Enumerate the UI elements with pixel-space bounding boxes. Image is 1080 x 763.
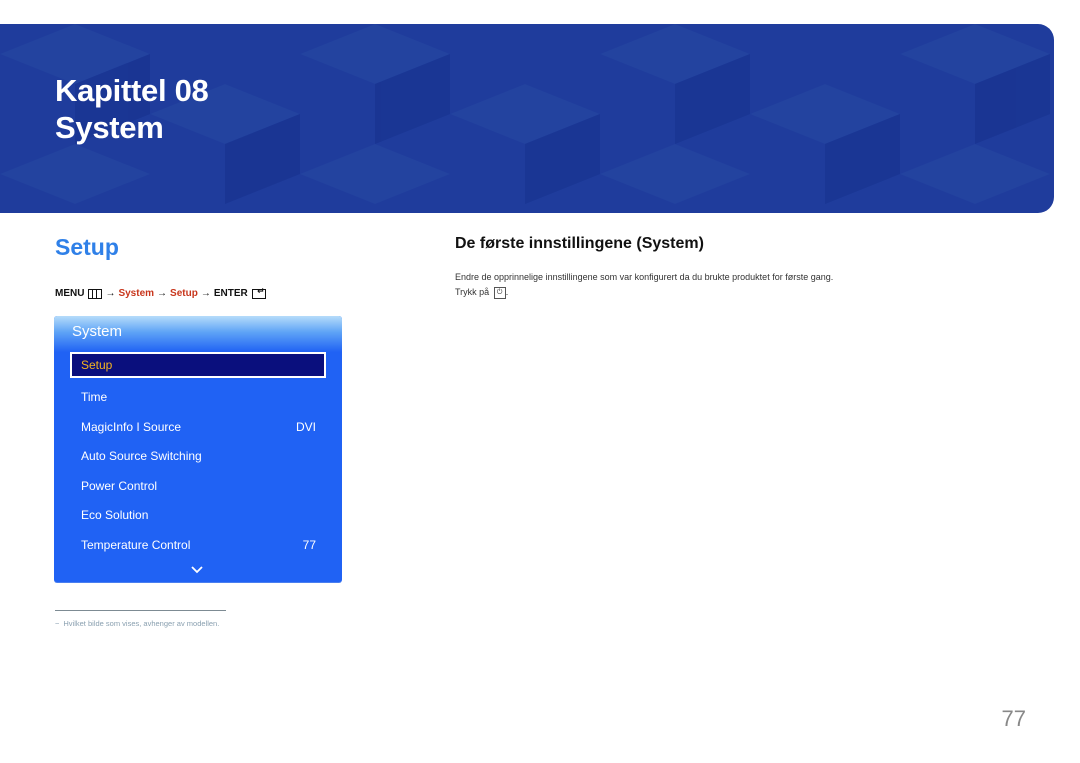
footnote-dash: − bbox=[55, 619, 60, 628]
menu-item-label: Auto Source Switching bbox=[81, 449, 202, 463]
menu-item-label: MagicInfo I Source bbox=[81, 420, 182, 434]
enter-icon bbox=[251, 286, 266, 299]
chapter-title: Kapittel 08 System bbox=[55, 72, 209, 146]
menu-label: MENU bbox=[55, 288, 85, 299]
description-text: Endre de opprinnelige innstillingene som… bbox=[455, 272, 834, 282]
footnote-divider bbox=[55, 610, 226, 611]
menu-item-time[interactable]: Time bbox=[70, 384, 326, 410]
menu-item-setup[interactable]: Setup bbox=[70, 352, 326, 378]
menu-item-temperature-control[interactable]: Temperature Control 77 bbox=[70, 532, 326, 558]
menu-item-value: 77 bbox=[302, 538, 316, 552]
enter-label: ENTER bbox=[213, 288, 248, 299]
power-icon: ⏻ bbox=[493, 286, 506, 299]
menu-title: System bbox=[72, 323, 123, 340]
system-menu-panel: System Setup Time MagicInfo I Source DVI… bbox=[54, 316, 342, 582]
menu-item-auto-source-switching[interactable]: Auto Source Switching bbox=[70, 443, 326, 469]
subsection-heading: De første innstillingene (System) bbox=[455, 235, 704, 252]
description: Endre de opprinnelige innstillingene som… bbox=[455, 270, 925, 300]
instruction-prefix: Trykk på bbox=[455, 287, 490, 297]
footnote-text: Hvilket bilde som vises, avhenger av mod… bbox=[63, 619, 220, 628]
menu-item-label: Setup bbox=[81, 358, 113, 372]
chevron-down-icon[interactable] bbox=[191, 564, 203, 576]
menu-path-system: System bbox=[118, 288, 155, 299]
instruction-suffix: . bbox=[505, 287, 509, 297]
page-number: 77 bbox=[1001, 706, 1026, 731]
menu-item-value: DVI bbox=[295, 420, 316, 434]
arrow: → bbox=[105, 288, 116, 299]
menu-path: MENU → System → Setup → ENTER bbox=[55, 286, 266, 299]
menu-item-magicinfo-source[interactable]: MagicInfo I Source DVI bbox=[70, 414, 326, 440]
menu-item-label: Time bbox=[81, 390, 108, 404]
arrow: → bbox=[157, 288, 168, 299]
menu-item-label: Eco Solution bbox=[81, 508, 149, 522]
menu-item-power-control[interactable]: Power Control bbox=[70, 473, 326, 499]
menu-item-eco-solution[interactable]: Eco Solution bbox=[70, 502, 326, 528]
menu-path-setup: Setup bbox=[170, 288, 198, 299]
chapter-banner: Kapittel 08 System bbox=[0, 24, 1054, 213]
menu-item-label: Temperature Control bbox=[81, 538, 191, 552]
instruction-line: Trykk på ⏻. bbox=[455, 285, 925, 300]
chapter-number: Kapittel 08 bbox=[55, 73, 209, 108]
footnote: − Hvilket bilde som vises, avhenger av mo… bbox=[55, 619, 219, 628]
menu-item-label: Power Control bbox=[81, 479, 158, 493]
chapter-name: System bbox=[55, 110, 164, 145]
section-title: Setup bbox=[55, 234, 119, 260]
menu-grid-icon bbox=[88, 288, 103, 299]
arrow: → bbox=[200, 288, 211, 299]
